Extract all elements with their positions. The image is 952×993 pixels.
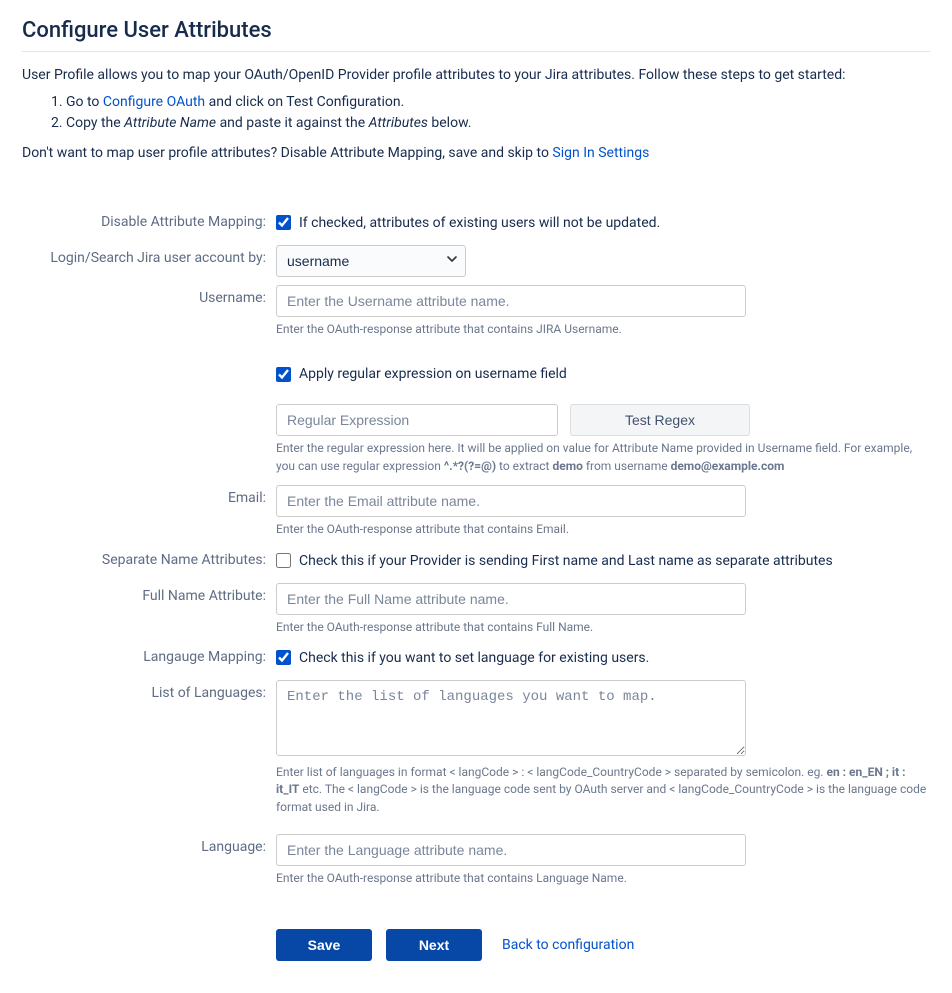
language-mapping-desc: Check this if you want to set language f… xyxy=(299,650,649,666)
label-language: Language: xyxy=(22,834,276,855)
regex-input[interactable] xyxy=(276,404,558,436)
sign-in-settings-link[interactable]: Sign In Settings xyxy=(552,145,649,161)
disable-mapping-desc: If checked, attributes of existing users… xyxy=(299,215,660,231)
steps-list: Go to Configure OAuth and click on Test … xyxy=(22,92,930,135)
separate-names-checkbox[interactable] xyxy=(276,553,291,568)
list-languages-help: Enter list of languages in format < lang… xyxy=(276,764,930,816)
apply-regex-label: Apply regular expression on username fie… xyxy=(299,366,567,382)
intro-text: User Profile allows you to map your OAut… xyxy=(22,66,930,86)
configure-oauth-link[interactable]: Configure OAuth xyxy=(103,94,205,110)
step-2: Copy the Attribute Name and paste it aga… xyxy=(66,113,930,135)
label-username: Username: xyxy=(22,285,276,306)
username-input[interactable] xyxy=(276,285,746,317)
label-list-languages: List of Languages: xyxy=(22,680,276,701)
language-help: Enter the OAuth-response attribute that … xyxy=(276,870,930,887)
list-languages-textarea[interactable] xyxy=(276,680,746,756)
label-email: Email: xyxy=(22,485,276,506)
separate-names-desc: Check this if your Provider is sending F… xyxy=(299,553,833,569)
next-button[interactable]: Next xyxy=(386,929,482,961)
step-1: Go to Configure OAuth and click on Test … xyxy=(66,92,930,114)
label-full-name: Full Name Attribute: xyxy=(22,583,276,604)
test-regex-button[interactable]: Test Regex xyxy=(570,404,750,436)
label-login-search: Login/Search Jira user account by: xyxy=(22,245,276,266)
regex-help: Enter the regular expression here. It wi… xyxy=(276,440,930,475)
save-button[interactable]: Save xyxy=(276,929,372,961)
page-title: Configure User Attributes xyxy=(22,18,930,52)
skip-note: Don't want to map user profile attribute… xyxy=(22,145,930,161)
disable-mapping-checkbox[interactable] xyxy=(276,215,291,230)
label-disable-mapping: Disable Attribute Mapping: xyxy=(22,209,276,230)
full-name-input[interactable] xyxy=(276,583,746,615)
email-input[interactable] xyxy=(276,485,746,517)
email-help: Enter the OAuth-response attribute that … xyxy=(276,521,930,538)
apply-regex-checkbox[interactable] xyxy=(276,367,291,382)
language-input[interactable] xyxy=(276,834,746,866)
language-mapping-checkbox[interactable] xyxy=(276,650,291,665)
label-language-mapping: Langauge Mapping: xyxy=(22,644,276,665)
fullname-help: Enter the OAuth-response attribute that … xyxy=(276,619,930,636)
label-separate-names: Separate Name Attributes: xyxy=(22,547,276,568)
login-search-select[interactable]: username xyxy=(276,245,466,277)
back-to-configuration-link[interactable]: Back to configuration xyxy=(502,937,634,953)
username-help: Enter the OAuth-response attribute that … xyxy=(276,321,930,338)
